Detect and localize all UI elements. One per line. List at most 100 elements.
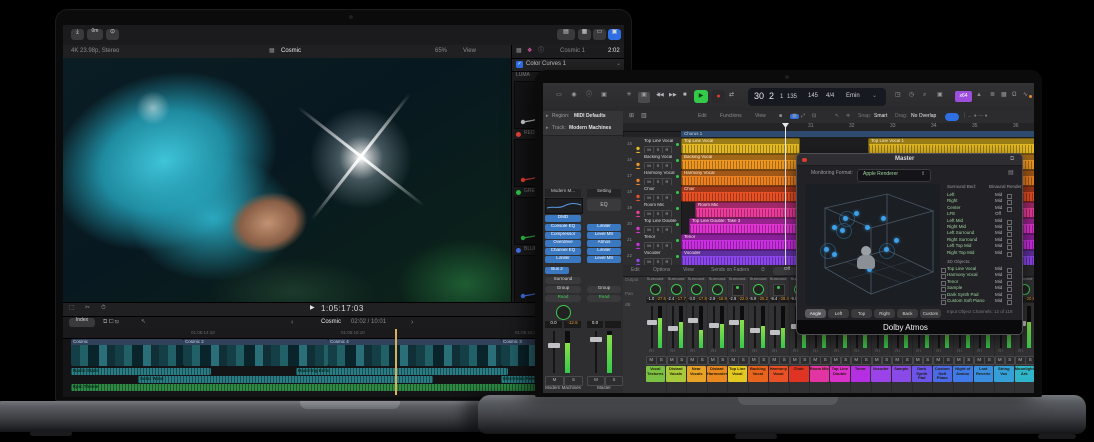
forward-button[interactable]: ▶▶ <box>669 93 677 99</box>
trim-tool-button[interactable]: ✂ <box>85 305 90 312</box>
object-toggle-box[interactable] <box>941 294 946 299</box>
mute-button[interactable]: M <box>933 356 944 365</box>
render-toggle-box[interactable] <box>1007 268 1012 273</box>
track-header[interactable]: 21TenorMSR <box>623 233 682 250</box>
track-header[interactable]: 22VocoderMSR <box>623 249 682 266</box>
viewer-toggle-button[interactable]: ▭ <box>593 29 606 40</box>
video-clip[interactable]: Cosmic 4 <box>328 339 502 366</box>
mixer-view-menu[interactable]: View <box>683 268 694 274</box>
object-toggle-box[interactable] <box>941 281 946 286</box>
audio-clip[interactable]: Haunting Echo <box>296 368 508 375</box>
view-button-custom[interactable]: Custom <box>920 309 941 318</box>
bed-render-value[interactable]: Mid <box>995 225 1002 230</box>
index-button[interactable]: Index <box>69 318 95 327</box>
info-tab-icon[interactable]: ⓘ <box>538 48 544 55</box>
record-input-buttons[interactable]: R I <box>957 349 962 353</box>
eq-thumbnail[interactable] <box>545 198 583 214</box>
render-toggle-box[interactable] <box>1007 232 1012 237</box>
color-tab-icon[interactable]: ❖ <box>527 48 532 55</box>
audio-object-dot[interactable] <box>894 238 899 243</box>
mute-button[interactable]: M <box>667 356 678 365</box>
bed-render-value[interactable]: Mid <box>995 231 1002 236</box>
region-clip[interactable]: Harmony Vocal <box>681 170 800 187</box>
render-toggle-box[interactable] <box>1007 294 1012 299</box>
mixer-options-menu[interactable]: Options <box>653 268 670 274</box>
pan-knob[interactable] <box>650 284 661 295</box>
effect-checkbox[interactable]: ✓ <box>516 61 523 68</box>
automation-mode[interactable]: Read <box>545 295 581 302</box>
record-input-buttons[interactable]: R I <box>813 349 818 353</box>
record-input-buttons[interactable]: R I <box>916 349 921 353</box>
timer-icon[interactable]: ⏱ <box>761 268 765 274</box>
close-button[interactable] <box>802 158 807 163</box>
object-toggle-box[interactable] <box>941 300 946 305</box>
audio-fx-slot[interactable]: Level Mtr <box>587 232 621 239</box>
mixer-edit-menu[interactable]: Edit <box>631 268 640 274</box>
mixer-channel[interactable]: Surround-5.9-25.2R IMSBacking Vocal <box>748 276 770 393</box>
arrange-view-icon[interactable]: ■ <box>779 114 782 120</box>
channel-name[interactable]: Sample <box>892 366 912 382</box>
toolbar-icon[interactable]: ▣ <box>937 92 943 99</box>
fader-cap[interactable] <box>668 326 678 331</box>
mute-button[interactable]: M <box>728 356 739 365</box>
fader-cap[interactable] <box>729 320 739 325</box>
record-input-buttons[interactable]: R I <box>670 349 675 353</box>
record-input-buttons[interactable]: R I <box>793 349 798 353</box>
object-render-value[interactable]: Mid <box>995 286 1002 291</box>
channel-name[interactable]: Top Line Vocal <box>728 366 748 382</box>
view-button-right[interactable]: Right <box>874 309 895 318</box>
group-slot[interactable]: Group <box>545 286 581 293</box>
channel-name[interactable]: Distant Vocals <box>666 366 686 382</box>
pan-knob[interactable] <box>556 305 571 320</box>
channel-name[interactable]: Vocal Textures <box>646 366 666 382</box>
audio-fx-slot[interactable]: Limiter <box>587 248 621 255</box>
fader-cap[interactable] <box>548 343 560 348</box>
object-render-value[interactable]: Mid <box>995 273 1002 278</box>
render-toggle-box[interactable] <box>1007 200 1012 205</box>
audio-object-dot[interactable] <box>843 216 848 221</box>
track-header[interactable]: 16Backing VocalMSR <box>623 153 682 170</box>
toolbar-icon[interactable]: ⓘ <box>583 92 595 103</box>
render-toggle-box[interactable] <box>1007 300 1012 305</box>
video-clip[interactable]: Cosmic 2 <box>183 339 329 366</box>
crop-tool-button[interactable]: ⬚ <box>69 305 75 312</box>
view-button-angle[interactable]: Angle <box>805 309 826 318</box>
render-toggle-box[interactable] <box>1007 274 1012 279</box>
channel-name[interactable]: Night of Avalon <box>953 366 973 382</box>
pan-knob[interactable] <box>712 284 723 295</box>
pencil-tool-select[interactable]: ✛ <box>846 114 850 120</box>
pan-knob[interactable] <box>691 284 702 295</box>
render-toggle-box[interactable] <box>1007 287 1012 292</box>
eq-slot[interactable]: EQ <box>587 199 621 211</box>
render-toggle-box[interactable] <box>1007 226 1012 231</box>
toolbar-icon[interactable]: ◳ <box>895 92 901 99</box>
effect-name[interactable]: Color Curves 1 <box>526 61 566 68</box>
audio-fx-slot[interactable]: Level Mtr <box>587 256 621 263</box>
mixer-channel[interactable]: Surround-3.0-17.8R IMSNear Vocals <box>686 276 708 393</box>
channel-name[interactable]: Backing Vocal <box>748 366 768 382</box>
bed-render-value[interactable]: Off <box>995 212 1001 217</box>
arrange-view-icon[interactable]: ⊡ <box>812 114 816 120</box>
arrange-view-icon[interactable]: ⤢ <box>801 114 805 120</box>
channel-setting-button[interactable]: Setting <box>587 189 621 197</box>
audio-fx-slot[interactable]: Atmos <box>587 240 621 247</box>
track-add-icon[interactable]: ⊞ <box>629 113 634 120</box>
record-input-buttons[interactable]: R I <box>895 349 900 353</box>
mute-button[interactable]: M <box>790 356 801 365</box>
toolbar-icon[interactable]: ▭ <box>553 92 565 103</box>
logic-playhead[interactable] <box>785 123 786 265</box>
bed-render-value[interactable]: Mid <box>995 199 1002 204</box>
atmos-3d-view[interactable] <box>805 184 940 306</box>
record-input-buttons[interactable]: R I <box>731 349 736 353</box>
view-button-top[interactable]: Top <box>851 309 872 318</box>
object-render-value[interactable]: Mid <box>995 280 1002 285</box>
play-button[interactable]: ▶ <box>694 90 708 103</box>
record-input-buttons[interactable]: R I <box>998 349 1003 353</box>
fcp-playhead[interactable] <box>395 329 397 395</box>
snap-select[interactable]: Smart <box>874 114 887 120</box>
record-input-buttons[interactable]: R I <box>772 349 777 353</box>
audio-fx-slot[interactable]: Compressor <box>545 232 581 239</box>
media-browser-button[interactable]: ▤ <box>557 29 575 40</box>
mute-button[interactable]: M <box>687 356 698 365</box>
fader-cap[interactable] <box>750 328 760 333</box>
